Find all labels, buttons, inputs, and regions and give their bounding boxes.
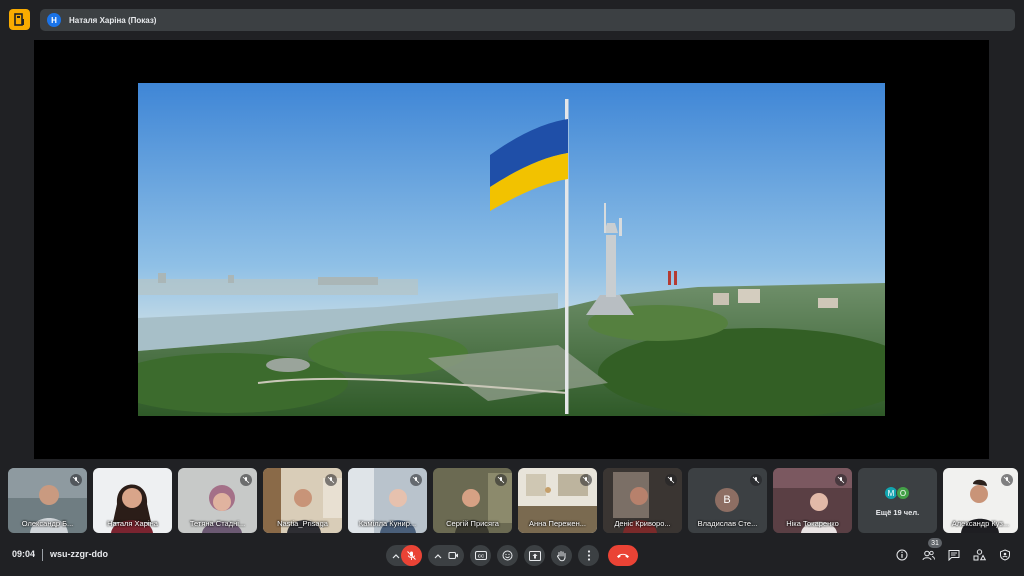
participant-name: Владислав Сте...: [697, 519, 758, 528]
leave-call-button[interactable]: [608, 545, 638, 566]
host-controls-icon[interactable]: [997, 547, 1013, 563]
more-vert-icon: [587, 550, 590, 561]
raise-hand-button[interactable]: [551, 545, 572, 566]
participant-name: Наталя Харіна: [107, 519, 158, 528]
participant-tile[interactable]: Ніка Токаренко: [773, 468, 852, 533]
shared-screen-image: [138, 83, 885, 416]
participant-name: Nastia_Prisaga: [277, 519, 328, 528]
hand-icon: [556, 550, 566, 561]
mic-off-icon: [70, 474, 82, 486]
participant-tile[interactable]: Александр Куз...: [943, 468, 1018, 533]
participant-name: Олександр Б...: [21, 519, 74, 528]
mic-off-icon: [835, 474, 847, 486]
emoji-icon: [502, 550, 513, 561]
participant-tile[interactable]: В Владислав Сте...: [688, 468, 767, 533]
participant-name: Анна Пережен...: [529, 519, 586, 528]
app-logo-icon[interactable]: [9, 9, 30, 30]
mic-off-icon: [750, 474, 762, 486]
present-icon: [528, 550, 541, 561]
divider: [42, 549, 43, 561]
participant-avatar: O: [896, 486, 910, 500]
camera-icon: [448, 552, 458, 559]
present-screen-button[interactable]: [524, 545, 545, 566]
chat-icon[interactable]: [946, 547, 962, 563]
participant-tile[interactable]: Наталя Харіна: [93, 468, 172, 533]
end-call-icon: [617, 553, 629, 558]
participant-tile[interactable]: Nastia_Prisaga: [263, 468, 342, 533]
mic-off-icon: [580, 474, 592, 486]
presenter-avatar: Н: [47, 13, 61, 27]
mic-toggle-button[interactable]: [401, 545, 422, 566]
more-participants-tile[interactable]: M O Ещё 19 чел.: [858, 468, 937, 533]
more-options-button[interactable]: [578, 545, 599, 566]
participant-tile[interactable]: Сергій Присяга: [433, 468, 512, 533]
presentation-stage[interactable]: [34, 40, 989, 459]
more-participants-avatars: M O: [884, 486, 914, 500]
top-bar: Н Наталя Харіна (Показ): [0, 0, 1024, 38]
mic-off-icon: [240, 474, 252, 486]
svg-text:CC: CC: [477, 553, 484, 558]
mic-off-icon: [1001, 474, 1013, 486]
mic-off-icon: [495, 474, 507, 486]
participant-avatar: В: [715, 488, 739, 512]
people-count-badge: 31: [928, 538, 942, 548]
participant-tile[interactable]: Анна Пережен...: [518, 468, 597, 533]
participant-name: Камілла Кунир...: [358, 519, 417, 528]
participant-name: Тетяна Стадні...: [189, 519, 246, 528]
participant-name: Сергій Присяга: [446, 519, 499, 528]
meet-app: Н Наталя Харіна (Показ) Олександр Б... Н…: [0, 0, 1024, 576]
bottom-bar: 09:04 wsu-zzgr-ddo CC: [0, 540, 1024, 570]
mic-off-icon: [407, 551, 416, 560]
captions-button[interactable]: CC: [470, 545, 491, 566]
camera-control-group: [428, 545, 464, 566]
participant-name: Александр Куз...: [951, 519, 1010, 528]
camera-toggle-button[interactable]: [443, 545, 464, 566]
mic-control-group: [386, 545, 422, 566]
presenter-label: Наталя Харіна (Показ): [69, 15, 157, 25]
mic-off-icon: [325, 474, 337, 486]
more-participants-label: Ещё 19 чел.: [875, 508, 920, 517]
captions-icon: CC: [474, 551, 487, 560]
participant-tile[interactable]: Олександр Б...: [8, 468, 87, 533]
activities-icon[interactable]: [971, 547, 987, 563]
participant-strip: Олександр Б... Наталя Харіна Тетяна Стад…: [8, 468, 1018, 534]
mic-off-icon: [410, 474, 422, 486]
participant-name: Деніс Криворо...: [614, 519, 671, 528]
meeting-code[interactable]: wsu-zzgr-ddo: [50, 549, 108, 559]
participant-tile[interactable]: Деніс Криворо...: [603, 468, 682, 533]
clock: 09:04: [12, 549, 36, 559]
meeting-info-icon[interactable]: [894, 547, 910, 563]
participant-tile[interactable]: Камілла Кунир...: [348, 468, 427, 533]
participant-name: Ніка Токаренко: [786, 519, 839, 528]
participant-tile[interactable]: Тетяна Стадні...: [178, 468, 257, 533]
mic-off-icon: [665, 474, 677, 486]
emoji-button[interactable]: [497, 545, 518, 566]
presenter-indicator[interactable]: Н Наталя Харіна (Показ): [40, 9, 1015, 31]
people-icon[interactable]: [920, 547, 936, 563]
